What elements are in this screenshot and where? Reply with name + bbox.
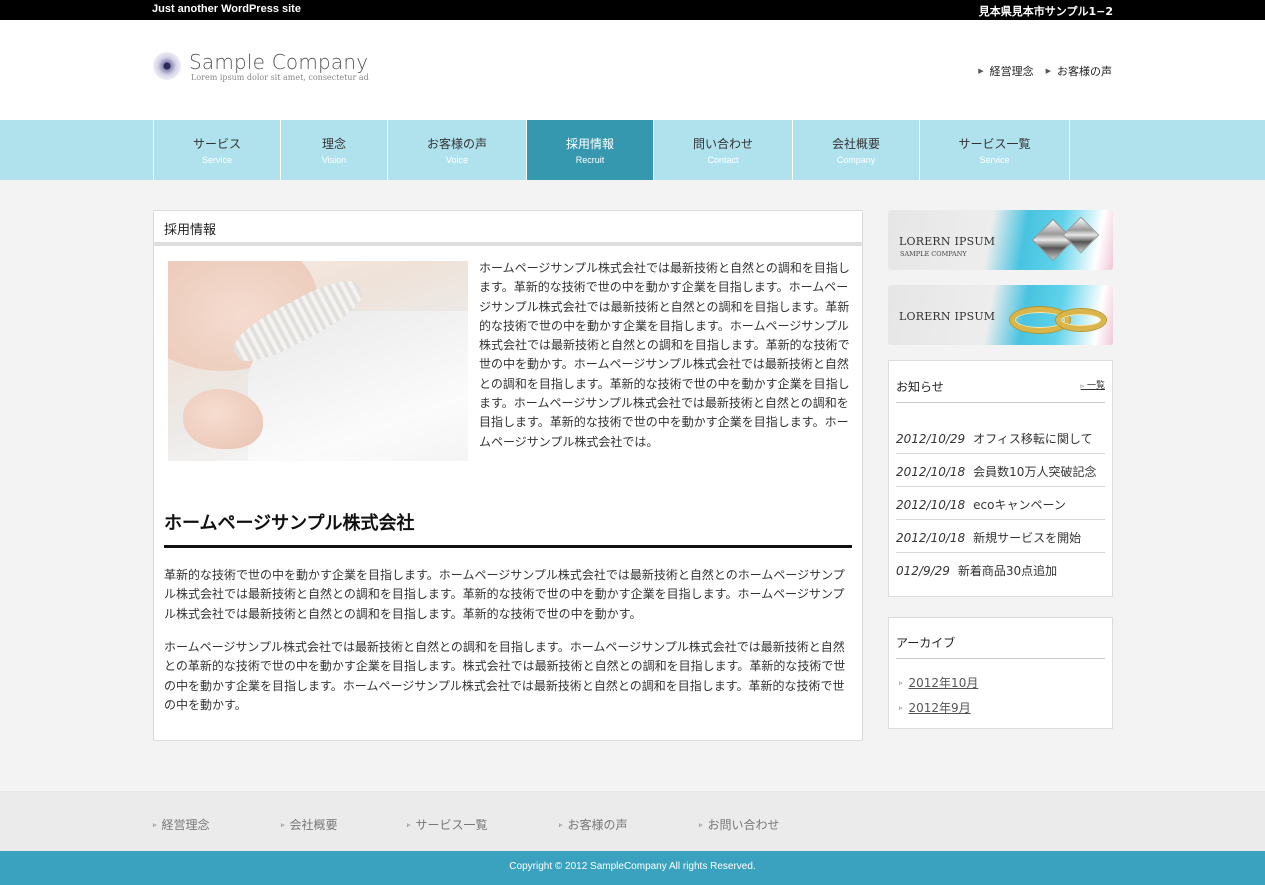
archive-heading: アーカイブ (896, 634, 1105, 659)
site-address: 見本県見本市サンプル1−2 (978, 5, 1113, 18)
list-item: ▹ 2012年9月 (899, 695, 978, 720)
nav-sublabel: Contact (707, 155, 739, 165)
footer-link-service-list[interactable]: ▹ サービス一覧 (407, 816, 559, 833)
banner-title: LORERN IPSUM (899, 310, 996, 323)
archive-widget: アーカイブ ▹ 2012年10月 ▹ 2012年9月 (888, 617, 1113, 729)
nav-sublabel: Vision (321, 155, 347, 165)
site-header: Sample Company Lorem ipsum dolor sit ame… (0, 20, 1265, 120)
global-nav: サービス Service 理念 Vision お客様の声 Voice 採用情報 … (0, 120, 1265, 180)
arrow-right-icon: ▶ (978, 67, 984, 75)
logo-subtitle: Lorem ipsum dolor sit amet, consectetur … (191, 73, 369, 82)
list-item[interactable]: 2012/10/18 会員数10万人突破記念 (896, 454, 1105, 487)
header-link-label: お客様の声 (1057, 65, 1112, 78)
nav-item-company[interactable]: 会社概要 Company (793, 120, 920, 180)
baby-photo (168, 261, 468, 461)
banner-subtitle: SAMPLE COMPANY (900, 250, 967, 258)
top-bar: Just another WordPress site 見本県見本市サンプル1−… (0, 0, 1265, 20)
nav-item-contact[interactable]: 問い合わせ Contact (654, 120, 793, 180)
nav-sublabel: Company (836, 155, 876, 165)
header-link-voice[interactable]: ▶ お客様の声 (1046, 63, 1112, 79)
archive-link[interactable]: 2012年9月 (909, 699, 971, 716)
footer-link-label: 会社概要 (289, 818, 338, 832)
news-text: 新規サービスを開始 (973, 531, 1082, 545)
main-article: 採用情報 ホームページサンプル株式会社では最新技術と自然との調和を目指します。革… (153, 210, 863, 741)
footer-link-label: お問い合わせ (707, 818, 780, 832)
banner-title: LORERN IPSUM (899, 235, 996, 248)
logo-name: Sample Company (189, 50, 369, 74)
nav-sublabel: Voice (445, 155, 469, 165)
copyright: Copyright © 2012 SampleCompany All right… (0, 851, 1265, 885)
nav-sublabel: Recruit (575, 155, 605, 165)
arrow-right-icon: ▹ (899, 678, 903, 687)
header-links: ▶ 経営理念 ▶ お客様の声 (978, 63, 1112, 79)
footer-link-voice[interactable]: ▹ お客様の声 (559, 816, 699, 833)
arrow-right-icon: ▶ (1045, 67, 1051, 75)
footer-link-label: サービス一覧 (415, 818, 488, 832)
arrow-right-icon: ▹ (699, 820, 703, 829)
news-date: 2012/10/29 (896, 432, 966, 446)
news-text: ecoキャンペーン (973, 498, 1066, 512)
nav-label: サービス一覧 (958, 137, 1031, 151)
body-paragraph: ホームページサンプル株式会社では最新技術と自然との調和を目指します。ホームページ… (164, 640, 846, 712)
news-text: 新着商品30点追加 (957, 564, 1058, 578)
news-text: 会員数10万人突破記念 (973, 465, 1097, 479)
nav-item-service-list[interactable]: サービス一覧 Service (920, 120, 1070, 180)
header-link-philosophy[interactable]: ▶ 経営理念 (978, 63, 1033, 79)
news-list: 2012/10/29 オフィス移転に関して 2012/10/18 会員数10万人突破… (896, 421, 1105, 586)
arrow-right-icon: ▹ (1080, 382, 1085, 390)
nav-label: サービス (192, 137, 241, 151)
footer-link-label: 経営理念 (161, 818, 210, 832)
footer-link-contact[interactable]: ▹ お問い合わせ (699, 816, 819, 833)
list-item[interactable]: 2012/10/18 新規サービスを開始 (896, 520, 1105, 553)
site-footer: ▹ 経営理念 ▹ 会社概要 ▹ サービス一覧 ▹ お客様の声 ▹ お問い合わせ (0, 791, 1265, 851)
nav-sublabel: Service (201, 155, 232, 165)
news-date: 2012/10/18 (896, 498, 966, 512)
nav-label: 理念 (321, 137, 346, 151)
nav-item-voice[interactable]: お客様の声 Voice (388, 120, 527, 180)
page-title: 採用情報 (154, 211, 862, 246)
news-date: 2012/10/18 (896, 531, 966, 545)
nav-sublabel: Service (979, 155, 1010, 165)
news-widget: お知らせ ▹ 一覧 2012/10/29 オフィス移転に関して 2012/10/1… (888, 360, 1113, 597)
archive-list: ▹ 2012年10月 ▹ 2012年9月 (899, 670, 978, 720)
banner-diamond[interactable]: LORERN IPSUM SAMPLE COMPANY (888, 210, 1113, 270)
news-more-label: 一覧 (1086, 381, 1105, 391)
footer-links: ▹ 経営理念 ▹ 会社概要 ▹ サービス一覧 ▹ お客様の声 ▹ お問い合わせ (153, 816, 819, 833)
intro-text: ホームページサンプル株式会社では最新技術と自然との調和を目指します。革新的な技術… (479, 261, 850, 449)
nav-label: お客様の声 (426, 137, 487, 151)
nav-label: 問い合わせ (692, 137, 753, 151)
arrow-right-icon: ▹ (559, 820, 563, 829)
arrow-right-icon: ▹ (899, 703, 903, 712)
arrow-right-icon: ▹ (153, 820, 157, 829)
arrow-right-icon: ▹ (281, 820, 285, 829)
news-more-link[interactable]: ▹ 一覧 (1081, 378, 1105, 391)
arrow-right-icon: ▹ (407, 820, 411, 829)
header-link-label: 経営理念 (989, 65, 1034, 78)
news-text: オフィス移転に関して (973, 432, 1093, 446)
list-item: ▹ 2012年10月 (899, 670, 978, 695)
nav-label: 採用情報 (565, 137, 614, 151)
news-heading: お知らせ ▹ 一覧 (896, 378, 1105, 403)
news-title: お知らせ (896, 380, 944, 394)
footer-link-philosophy[interactable]: ▹ 経営理念 (153, 816, 281, 833)
nav-item-vision[interactable]: 理念 Vision (281, 120, 388, 180)
site-logo[interactable]: Sample Company Lorem ipsum dolor sit ame… (153, 50, 373, 84)
archive-link[interactable]: 2012年10月 (909, 674, 979, 691)
list-item[interactable]: 2012/10/18 ecoキャンペーン (896, 487, 1105, 520)
banner-rings[interactable]: LORERN IPSUM (888, 285, 1113, 345)
list-item[interactable]: 2012/10/29 オフィス移転に関して (896, 421, 1105, 454)
news-date: 2012/10/18 (896, 465, 966, 479)
site-tagline: Just another WordPress site (152, 3, 301, 15)
logo-mark-icon (153, 52, 181, 80)
footer-link-label: お客様の声 (567, 818, 628, 832)
company-heading: ホームページサンプル株式会社 (164, 509, 852, 548)
nav-item-recruit[interactable]: 採用情報 Recruit (527, 120, 654, 180)
footer-link-company[interactable]: ▹ 会社概要 (281, 816, 407, 833)
nav-item-service[interactable]: サービス Service (154, 120, 281, 180)
list-item[interactable]: 012/9/29 新着商品30点追加 (896, 553, 1105, 586)
nav-label: 会社概要 (831, 137, 880, 151)
news-date: 012/9/29 (896, 564, 950, 578)
body-paragraph: 革新的な技術で世の中を動かす企業を目指します。ホームページサンプル株式会社では最… (164, 568, 845, 621)
